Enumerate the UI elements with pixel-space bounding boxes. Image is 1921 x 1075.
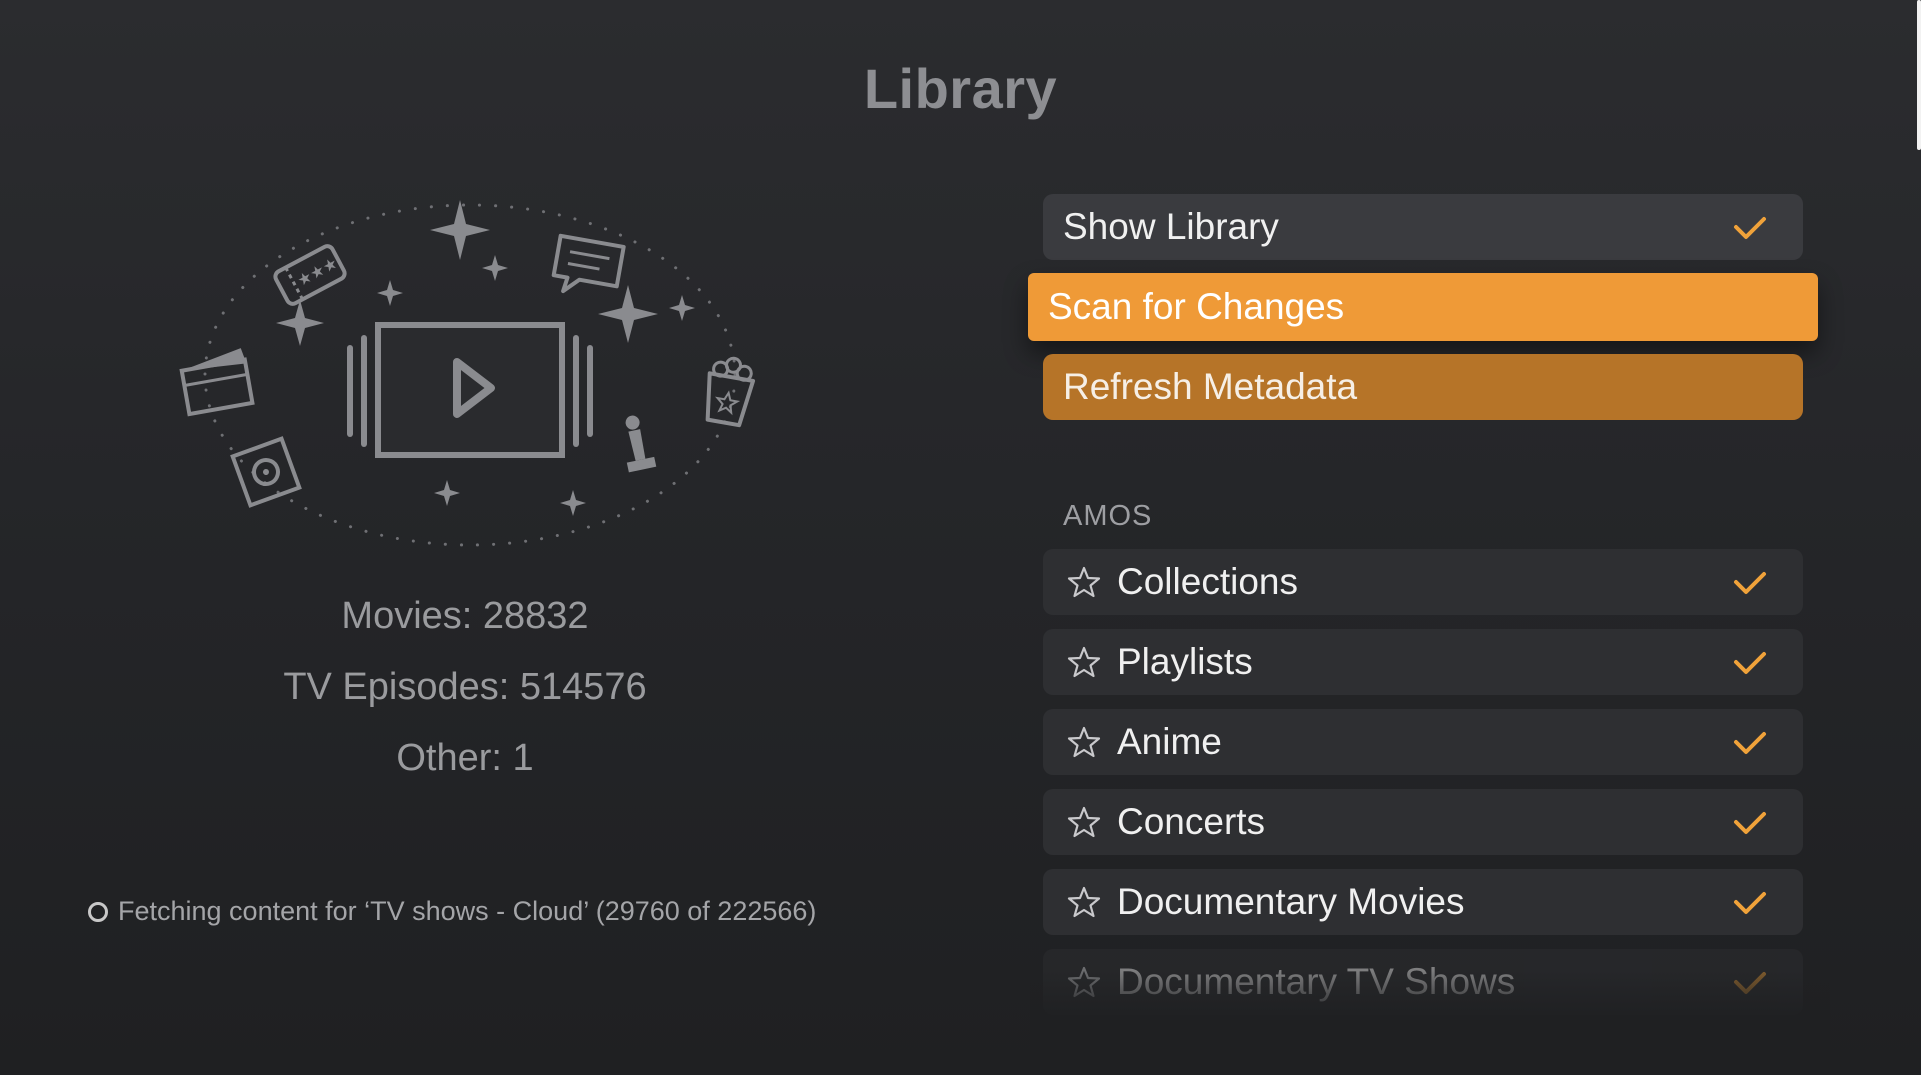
fetch-status-text: Fetching content for ‘TV shows - Cloud’ … <box>118 896 817 926</box>
checkmark-icon <box>1734 732 1766 754</box>
section-label: AMOS <box>1063 500 1153 532</box>
checkmark-icon <box>1734 652 1766 674</box>
library-item-playlists[interactable]: Playlists <box>1043 629 1803 695</box>
star-icon[interactable] <box>1067 725 1101 759</box>
star-icon[interactable] <box>1067 645 1101 679</box>
other-count: Other: 1 <box>396 737 534 779</box>
ticket-icon: ★★★ <box>273 244 347 306</box>
star-icon[interactable] <box>1067 885 1101 919</box>
scan-for-changes-button[interactable]: Scan for Changes <box>1028 273 1818 341</box>
film-reel-icon <box>230 436 302 508</box>
library-item-label: Playlists <box>1117 641 1253 682</box>
show-library-toggle[interactable]: Show Library <box>1043 194 1803 260</box>
popcorn-icon <box>705 356 756 428</box>
library-item-label: Collections <box>1117 561 1298 602</box>
spinner-icon <box>88 901 108 922</box>
library-item-concerts[interactable]: Concerts <box>1043 789 1803 855</box>
library-item-collections[interactable]: Collections <box>1043 549 1803 615</box>
library-item-label: Concerts <box>1117 801 1266 842</box>
star-icon[interactable] <box>1067 805 1101 839</box>
library-item-documentary-movies[interactable]: Documentary Movies <box>1043 869 1803 935</box>
speech-bubble-icon <box>551 233 626 294</box>
checkmark-icon <box>1734 812 1766 834</box>
checkmark-icon <box>1734 572 1766 594</box>
movies-count: Movies: 28832 <box>341 595 589 637</box>
refresh-metadata-button[interactable]: Refresh Metadata <box>1043 354 1803 420</box>
tv-episodes-count: TV Episodes: 514576 <box>283 666 647 708</box>
play-icon <box>347 322 593 458</box>
checkmark-icon <box>1734 217 1766 239</box>
page-title: Library <box>863 57 1058 120</box>
library-item-label: Documentary Movies <box>1117 881 1465 922</box>
checkmark-icon <box>1734 892 1766 914</box>
list-fade-overlay <box>1030 970 1830 1075</box>
star-icon[interactable] <box>1067 565 1101 599</box>
scan-for-changes-label: Scan for Changes <box>1048 286 1345 327</box>
refresh-metadata-label: Refresh Metadata <box>1063 366 1358 407</box>
fetch-status: Fetching content for ‘TV shows - Cloud’ … <box>88 896 816 927</box>
library-item-label: Anime <box>1117 721 1222 762</box>
library-illustration: ★★★ <box>179 200 756 547</box>
library-item-anime[interactable]: Anime <box>1043 709 1803 775</box>
show-library-label: Show Library <box>1063 206 1279 247</box>
clapperboard-icon <box>179 348 255 417</box>
award-statue-icon <box>625 415 657 473</box>
